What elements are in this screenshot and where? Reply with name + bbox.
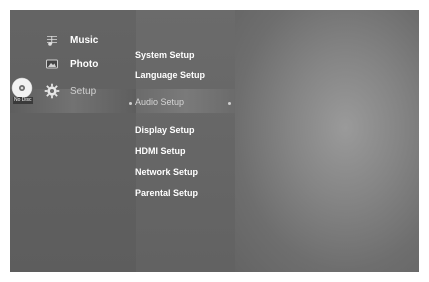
- main-menu-item-setup[interactable]: Setup: [44, 81, 96, 101]
- disc-status-label: No Disc: [13, 97, 33, 104]
- main-menu-item-music[interactable]: Music: [44, 30, 98, 50]
- main-menu-item-photo[interactable]: Photo: [44, 54, 98, 74]
- main-menu-label-photo: Photo: [70, 58, 99, 70]
- submenu-item-language-setup[interactable]: Language Setup: [135, 70, 205, 80]
- submenu-item-system-setup[interactable]: System Setup: [135, 50, 195, 60]
- selection-left-marker: [129, 102, 132, 105]
- main-menu-label-music: Music: [70, 34, 99, 46]
- submenu-item-hdmi-setup[interactable]: HDMI Setup: [135, 146, 186, 156]
- selection-right-marker: [228, 102, 231, 105]
- submenu-item-audio-setup[interactable]: Audio Setup: [135, 97, 184, 107]
- main-menu-label-setup: Setup: [70, 85, 97, 97]
- submenu-item-parental-setup[interactable]: Parental Setup: [135, 188, 198, 198]
- submenu-item-network-setup[interactable]: Network Setup: [135, 167, 198, 177]
- photo-icon: [44, 56, 60, 72]
- gear-icon: [44, 83, 60, 99]
- disc-icon: [11, 77, 33, 99]
- background-area: [235, 10, 419, 272]
- submenu-item-display-setup[interactable]: Display Setup: [135, 125, 195, 135]
- music-icon: [44, 32, 60, 48]
